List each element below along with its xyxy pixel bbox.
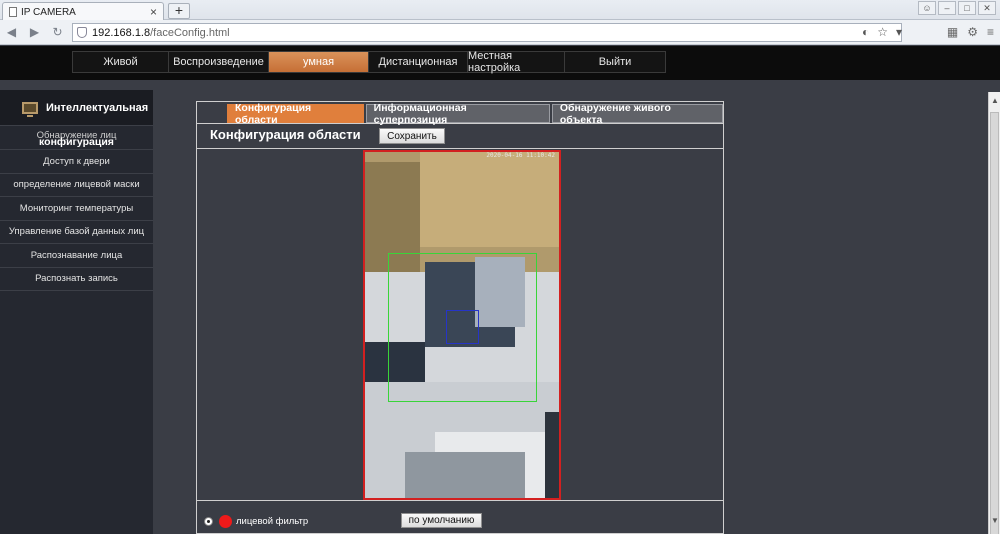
page-icon	[9, 7, 17, 17]
scroll-thumb[interactable]	[990, 112, 999, 534]
sidebar-item-face-detection[interactable]: Обнаружение лиц конфигурация	[0, 128, 153, 150]
sidebar-item-overlay-label: конфигурация	[39, 136, 114, 148]
new-tab-button[interactable]: +	[168, 3, 190, 19]
url-field[interactable]: 192.168.1.8 /faceConfig.html	[72, 23, 902, 42]
browser-tab-title: IP CAMERA	[21, 6, 76, 18]
forward-icon[interactable]: ▶	[27, 25, 42, 40]
title-row: Конфигурация области Сохранить	[197, 124, 723, 149]
close-window-icon[interactable]: ✕	[978, 1, 996, 15]
security-icon	[77, 27, 87, 38]
nav-live[interactable]: Живой	[73, 52, 169, 72]
nav-local-settings[interactable]: Местная настройка	[468, 50, 565, 74]
camera-scene-box-light	[420, 152, 559, 247]
main-menu: Живой Воспроизведение умная Дистанционна…	[72, 50, 666, 74]
face-box[interactable]	[446, 310, 479, 344]
sidebar-item-door-access[interactable]: Доступ к двери	[0, 150, 153, 174]
face-filter-radio[interactable]	[204, 517, 213, 526]
monitor-icon	[22, 101, 38, 117]
scroll-up-icon[interactable]: ▲	[990, 96, 1000, 106]
browser-tools: ▦ ⚙ ≡	[947, 25, 994, 39]
extensions-icon[interactable]: ⚙	[967, 25, 978, 39]
face-filter-label: лицевой фильтр	[236, 516, 309, 527]
sidebar-header-title: Интеллектуальная	[46, 101, 149, 114]
reload-icon[interactable]: ↻	[50, 25, 65, 40]
camera-scene-right-edge	[545, 412, 559, 498]
sidebar-item-recognition-records[interactable]: Распознать запись	[0, 268, 153, 291]
url-path: /faceConfig.html	[150, 26, 230, 39]
menu-icon[interactable]: ≡	[987, 25, 994, 39]
camera-timestamp: 2020-04-16 11:10:42	[486, 152, 555, 159]
nav-playback[interactable]: Воспроизведение	[169, 52, 269, 72]
default-button[interactable]: по умолчанию	[401, 513, 482, 528]
back-icon[interactable]: ◀	[4, 25, 19, 40]
sub-tabs: Конфигурация области Информационная супе…	[197, 102, 723, 126]
sidebar-item-temperature[interactable]: Мониторинг температуры	[0, 197, 153, 221]
config-panel: Конфигурация области Информационная супе…	[196, 101, 724, 534]
scroll-down-icon[interactable]: ▼	[990, 516, 1000, 526]
camera-view[interactable]: 2020-04-16 11:10:42	[363, 150, 561, 500]
grid-icon[interactable]: ▦	[947, 25, 958, 39]
close-tab-icon[interactable]: ×	[150, 5, 157, 19]
url-icons: ◐ ☆ ▾	[862, 25, 902, 39]
nav-logout[interactable]: Выйти	[565, 52, 665, 72]
tab-liveness-detection[interactable]: Обнаружение живого объекта	[551, 102, 723, 126]
browser-tab-bar: IP CAMERA × + ☺ – □ ✕	[0, 0, 1000, 21]
user-icon[interactable]: ☺	[918, 1, 936, 15]
page-title: Конфигурация области	[210, 127, 361, 142]
window-controls: ☺ – □ ✕	[918, 1, 996, 15]
browser-tab[interactable]: IP CAMERA ×	[2, 2, 164, 21]
face-filter-color-indicator	[219, 515, 232, 528]
url-host: 192.168.1.8	[92, 26, 151, 39]
sidebar: Интеллектуальная Обнаружение лиц конфигу…	[0, 90, 153, 534]
compat-icon[interactable]: ◐	[862, 25, 869, 39]
maximize-icon[interactable]: □	[958, 1, 976, 15]
tab-area-config[interactable]: Конфигурация области	[227, 102, 364, 126]
star-icon[interactable]: ☆	[877, 25, 888, 39]
dropdown-icon[interactable]: ▾	[896, 25, 902, 39]
page-scrollbar[interactable]: ▲ ▼	[988, 92, 1000, 534]
sidebar-item-mask-detection[interactable]: определение лицевой маски	[0, 174, 153, 197]
divider	[197, 500, 723, 501]
sidebar-header: Интеллектуальная	[0, 90, 153, 126]
camera-scene-surface	[405, 452, 525, 498]
tab-info-overlay[interactable]: Информационная суперпозиция	[365, 102, 550, 126]
minimize-icon[interactable]: –	[938, 1, 956, 15]
save-button[interactable]: Сохранить	[379, 128, 445, 144]
sidebar-item-face-recognition[interactable]: Распознавание лица	[0, 244, 153, 268]
app-navigation: Живой Воспроизведение умная Дистанционна…	[0, 46, 1000, 80]
browser-address-bar: ◀ ▶ ↻ 192.168.1.8 /faceConfig.html ◐ ☆ ▾…	[0, 20, 1000, 45]
nav-remote[interactable]: Дистанционная	[369, 52, 468, 72]
sidebar-item-face-database[interactable]: Управление базой данных лиц	[0, 221, 153, 244]
nav-smart[interactable]: умная	[269, 52, 369, 72]
